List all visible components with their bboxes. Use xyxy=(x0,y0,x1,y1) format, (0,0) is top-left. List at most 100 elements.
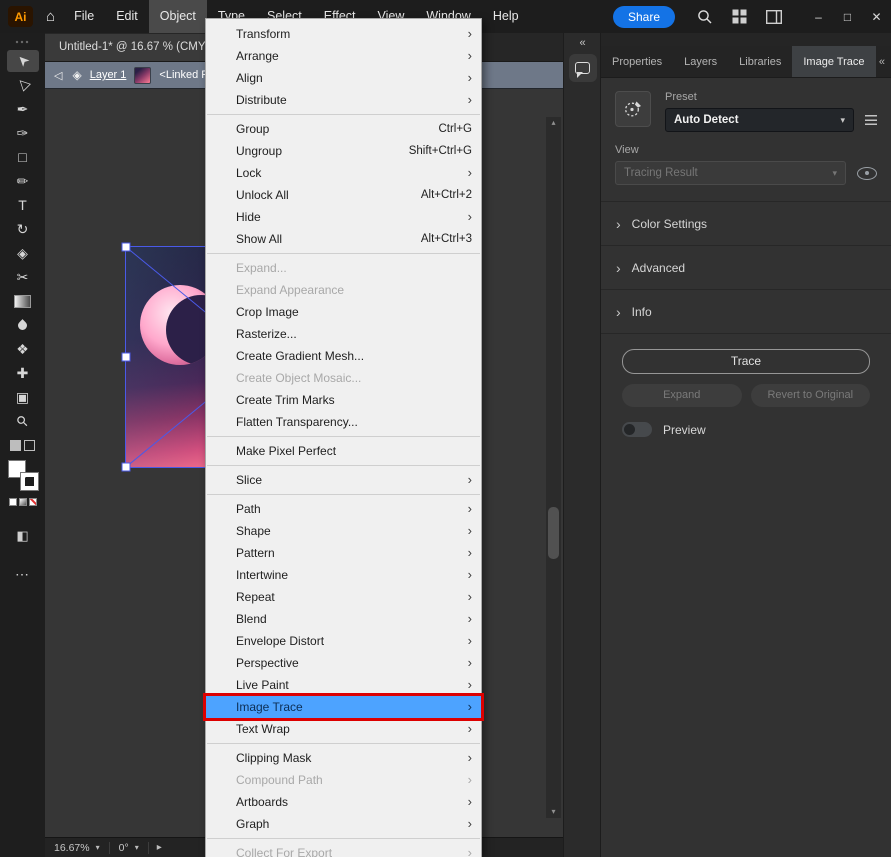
hand-tool[interactable]: ✚ xyxy=(7,362,39,384)
menu-item-graph[interactable]: Graph› xyxy=(206,813,481,835)
fill-stroke-control[interactable] xyxy=(8,460,38,490)
screen-mode-icon[interactable]: ◧ xyxy=(16,528,28,544)
menu-item-crop-image[interactable]: Crop Image xyxy=(206,301,481,323)
menu-item-repeat[interactable]: Repeat› xyxy=(206,586,481,608)
artboard-tool[interactable]: ▣ xyxy=(7,386,39,408)
none-button[interactable] xyxy=(29,498,37,506)
scroll-down-icon[interactable]: ▾ xyxy=(551,808,555,816)
menu-item-clipping-mask[interactable]: Clipping Mask› xyxy=(206,747,481,769)
tab-image-trace[interactable]: Image Trace xyxy=(792,46,875,77)
menu-item-live-paint[interactable]: Live Paint› xyxy=(206,674,481,696)
section-info[interactable]: ›Info xyxy=(601,290,891,334)
menu-item-intertwine[interactable]: Intertwine› xyxy=(206,564,481,586)
selection-handle[interactable] xyxy=(122,353,131,362)
preview-toggle[interactable] xyxy=(622,422,652,437)
section-advanced[interactable]: ›Advanced xyxy=(601,246,891,290)
menu-item-pattern[interactable]: Pattern› xyxy=(206,542,481,564)
menu-item-arrange[interactable]: Arrange› xyxy=(206,45,481,67)
stroke-swatch[interactable] xyxy=(21,473,38,490)
menu-item-create-gradient-mesh[interactable]: Create Gradient Mesh... xyxy=(206,345,481,367)
menu-item-make-pixel-perfect[interactable]: Make Pixel Perfect xyxy=(206,440,481,462)
scroll-up-icon[interactable]: ▴ xyxy=(551,119,555,127)
zoom-tool[interactable]: ⚲ xyxy=(7,410,39,432)
rectangle-tool[interactable]: □ xyxy=(7,146,39,168)
blend-tool[interactable]: ❖ xyxy=(7,338,39,360)
menu-item-create-trim-marks[interactable]: Create Trim Marks xyxy=(206,389,481,411)
direct-selection-tool[interactable]: ▷ xyxy=(7,74,39,96)
menu-item-show-all[interactable]: Show AllAlt+Ctrl+3 xyxy=(206,228,481,250)
menu-item-flatten-transparency[interactable]: Flatten Transparency... xyxy=(206,411,481,433)
draw-normal-icon[interactable] xyxy=(10,440,21,451)
menu-item-distribute[interactable]: Distribute› xyxy=(206,89,481,111)
object-menu: Transform›Arrange›Align›Distribute› Group… xyxy=(205,18,482,857)
comment-button[interactable] xyxy=(569,54,597,82)
rotation-select[interactable]: 0° ▾ xyxy=(110,838,148,857)
curvature-tool[interactable]: ✑ xyxy=(7,122,39,144)
pen-tool[interactable]: ✒ xyxy=(7,98,39,120)
layer-breadcrumb[interactable]: Layer 1 xyxy=(90,69,127,81)
draw-inside-icon[interactable] xyxy=(24,440,35,451)
menu-item-unlock-all[interactable]: Unlock AllAlt+Ctrl+2 xyxy=(206,184,481,206)
edit-toolbar-icon[interactable]: ⋯ xyxy=(15,566,30,583)
image-trace-icon[interactable] xyxy=(615,91,651,127)
type-tool[interactable]: T xyxy=(7,194,39,216)
home-icon[interactable]: ⌂ xyxy=(46,8,55,25)
menu-item-envelope-distort[interactable]: Envelope Distort› xyxy=(206,630,481,652)
eyedropper-tool[interactable] xyxy=(7,314,39,336)
menubar-item-object[interactable]: Object xyxy=(149,0,207,33)
gradient-tool[interactable] xyxy=(7,290,39,312)
workspace-switcher-icon[interactable] xyxy=(726,4,752,30)
menu-item-image-trace[interactable]: Image Trace› xyxy=(206,696,481,718)
menu-item-slice[interactable]: Slice› xyxy=(206,469,481,491)
menubar-item-edit[interactable]: Edit xyxy=(105,0,149,33)
search-icon[interactable] xyxy=(691,4,717,30)
panel-layout-icon[interactable] xyxy=(761,4,787,30)
menu-item-shape[interactable]: Shape› xyxy=(206,520,481,542)
zoom-level-select[interactable]: 16.67% ▾ xyxy=(45,838,109,857)
preset-select[interactable]: Auto Detect ▾ xyxy=(665,108,854,132)
collapse-panels-icon[interactable]: « xyxy=(579,37,585,49)
close-button[interactable]: ✕ xyxy=(862,0,891,33)
maximize-button[interactable]: □ xyxy=(833,0,862,33)
minimize-button[interactable]: – xyxy=(804,0,833,33)
menu-item-rasterize[interactable]: Rasterize... xyxy=(206,323,481,345)
color-button[interactable] xyxy=(9,498,17,506)
menu-item-lock[interactable]: Lock› xyxy=(206,162,481,184)
vertical-scrollbar[interactable]: ▴ ▾ xyxy=(546,117,561,818)
menu-item-perspective[interactable]: Perspective› xyxy=(206,652,481,674)
share-button[interactable]: Share xyxy=(613,6,675,28)
paintbrush-tool[interactable]: ✏ xyxy=(7,170,39,192)
section-color-settings[interactable]: ›Color Settings xyxy=(601,202,891,246)
tab-layers[interactable]: Layers xyxy=(673,46,728,77)
menu-item-text-wrap[interactable]: Text Wrap› xyxy=(206,718,481,740)
menu-item-path[interactable]: Path› xyxy=(206,498,481,520)
selection-handle[interactable] xyxy=(122,463,131,472)
menu-item-ungroup[interactable]: UngroupShift+Ctrl+G xyxy=(206,140,481,162)
rotate-tool[interactable]: ↻ xyxy=(7,218,39,240)
selection-handle[interactable] xyxy=(122,243,131,252)
menu-item-group[interactable]: GroupCtrl+G xyxy=(206,118,481,140)
expand-panels-icon[interactable]: « xyxy=(879,56,885,68)
scrollbar-thumb[interactable] xyxy=(548,507,559,559)
back-icon[interactable]: ◁ xyxy=(54,69,62,82)
menu-item-transform[interactable]: Transform› xyxy=(206,23,481,45)
gradient-button[interactable] xyxy=(19,498,27,506)
status-next-icon[interactable]: ▸ xyxy=(149,842,170,853)
eraser-tool[interactable]: ◈ xyxy=(7,242,39,264)
visibility-eye-icon[interactable] xyxy=(857,167,877,180)
menu-item-artboards[interactable]: Artboards› xyxy=(206,791,481,813)
preset-menu-icon[interactable] xyxy=(865,115,877,125)
menu-item-hide[interactable]: Hide› xyxy=(206,206,481,228)
trace-button[interactable]: Trace xyxy=(622,349,870,374)
selection-tool[interactable]: ➤ xyxy=(7,50,39,72)
tab-libraries[interactable]: Libraries xyxy=(728,46,792,77)
menubar-item-file[interactable]: File xyxy=(63,0,105,33)
scissors-tool[interactable]: ✂ xyxy=(7,266,39,288)
menubar-item-help[interactable]: Help xyxy=(482,0,530,33)
menu-item-align[interactable]: Align› xyxy=(206,67,481,89)
menu-item-blend[interactable]: Blend› xyxy=(206,608,481,630)
document-tab[interactable]: Untitled-1* @ 16.67 % (CMYK xyxy=(45,34,228,61)
tab-properties[interactable]: Properties xyxy=(601,46,673,77)
toolbar-drag-handle[interactable] xyxy=(15,40,30,45)
pen-tool-icon: ✒ xyxy=(17,102,29,116)
